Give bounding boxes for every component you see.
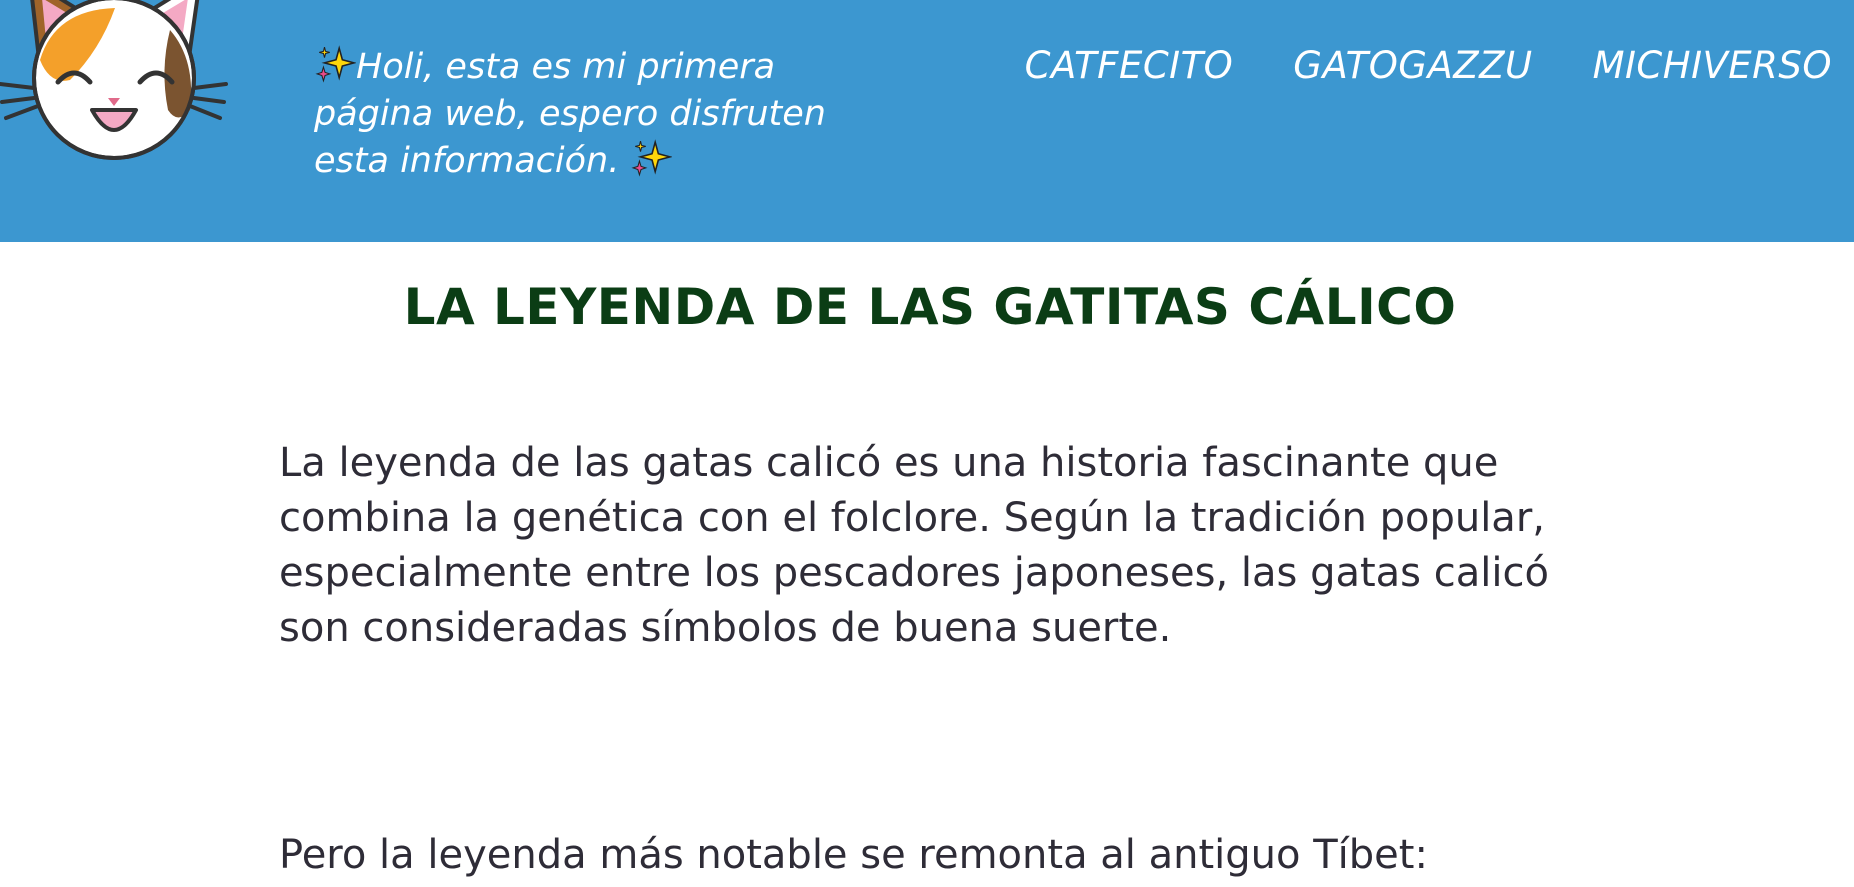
- calico-cat-logo-icon[interactable]: [0, 0, 230, 160]
- article-paragraph: Pero la leyenda más notable se remonta a…: [279, 832, 1428, 878]
- site-header: Holi, esta es mi primera página web, esp…: [0, 0, 1854, 242]
- sparkles-icon: [315, 45, 356, 83]
- main-nav: CATFECITO GATOGAZZU MICHIVERSO: [1025, 44, 1832, 87]
- nav-link-gatogazzu[interactable]: GATOGAZZU: [1293, 44, 1532, 87]
- article-paragraph: La leyenda de las gatas calicó es una hi…: [279, 440, 1549, 651]
- page: Holi, esta es mi primera página web, esp…: [0, 0, 1854, 887]
- header-tagline: Holi, esta es mi primera página web, esp…: [314, 44, 894, 185]
- page-title: LA LEYENDA DE LAS GATITAS CÁLICO: [403, 278, 1457, 336]
- nav-link-catfecito[interactable]: CATFECITO: [1025, 44, 1234, 87]
- tagline-text: Holi, esta es mi primera página web, esp…: [314, 47, 826, 181]
- sparkles-icon: [631, 139, 673, 177]
- nav-link-michiverso[interactable]: MICHIVERSO: [1593, 44, 1832, 87]
